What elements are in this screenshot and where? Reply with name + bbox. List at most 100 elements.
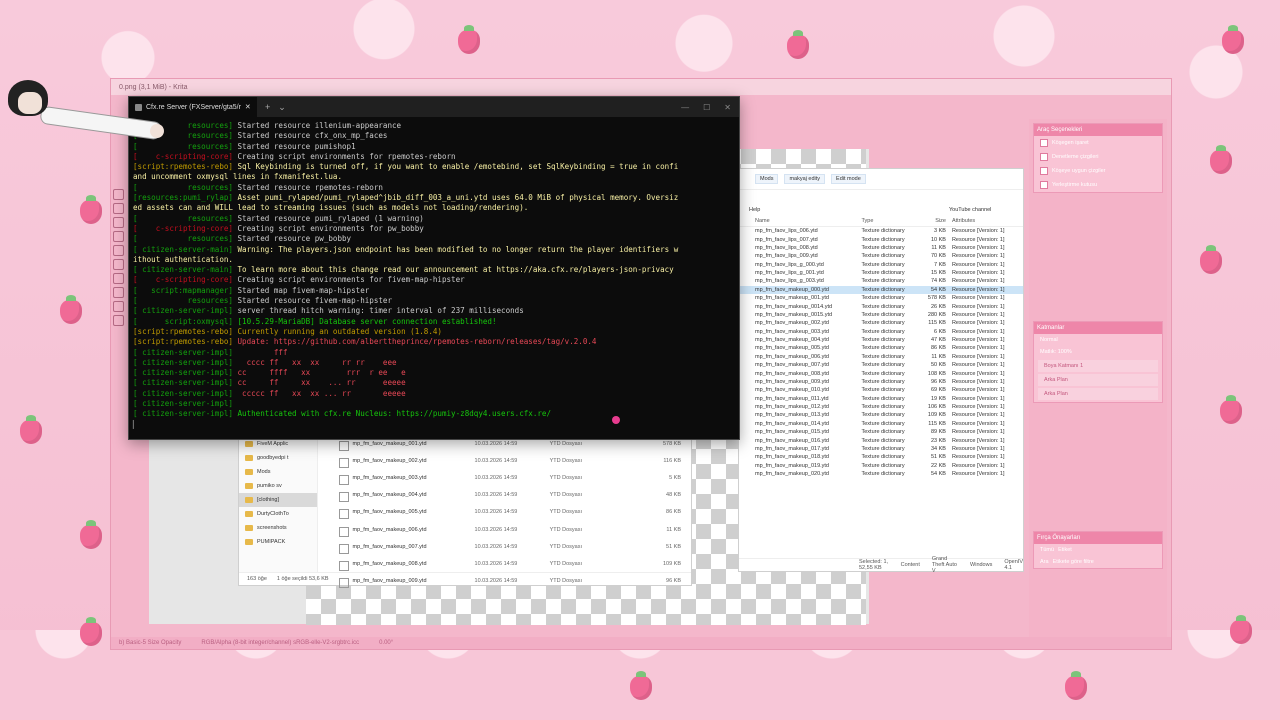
layer-item[interactable]: Boya Katmanı 1 bbox=[1038, 360, 1158, 372]
file-row[interactable]: mp_fm_faov_makeup_009.ytd Texture diction… bbox=[739, 378, 1023, 386]
terminal-output[interactable]: [ resources] Started resource illenium-a… bbox=[129, 117, 739, 434]
file-icon bbox=[339, 440, 349, 451]
blend-mode-select[interactable]: Normal bbox=[1034, 334, 1162, 346]
file-row[interactable]: mp_fm_faov_lips_009.ytd Texture dictionar… bbox=[739, 252, 1023, 260]
file-row[interactable]: mp_fm_faov_makeup_005.ytd 10.03.2026 14:5… bbox=[329, 506, 691, 523]
brush-search[interactable]: Ara Etikete göre filtre bbox=[1034, 556, 1162, 568]
file-size: 115 KB bbox=[928, 320, 946, 327]
terminal-line: [ citizen-server-impl] fff bbox=[133, 348, 735, 358]
file-row[interactable]: mp_fm_faov_makeup_013.ytd Texture diction… bbox=[739, 411, 1023, 419]
file-row[interactable]: mp_fm_faov_makeup_006.ytd 10.03.2026 14:5… bbox=[329, 523, 691, 540]
sidebar-folder[interactable]: Mods bbox=[239, 465, 317, 479]
file-row[interactable]: mp_fm_faov_makeup_003.ytd Texture diction… bbox=[739, 328, 1023, 336]
gradient-tool-icon[interactable] bbox=[113, 287, 124, 298]
file-attr: Resource [Version: 1] bbox=[951, 437, 1005, 444]
option-row[interactable]: Köşegen işaret bbox=[1034, 136, 1162, 150]
youtube-link[interactable]: YouTube channel bbox=[949, 207, 991, 213]
file-row[interactable]: mp_fm_faov_makeup_0014.ytd Texture dictio… bbox=[739, 302, 1023, 310]
new-tab-button[interactable]: + bbox=[265, 102, 270, 112]
checkbox[interactable] bbox=[1040, 139, 1048, 147]
opacity-slider[interactable]: Matlık: 100% bbox=[1034, 346, 1162, 358]
line-tool-icon[interactable] bbox=[113, 259, 124, 270]
checkbox[interactable] bbox=[1040, 153, 1048, 161]
file-name: mp_fm_faov_makeup_0015.ytd bbox=[755, 311, 833, 318]
file-row[interactable]: mp_fm_faov_makeup_019.ytd Texture diction… bbox=[739, 462, 1023, 470]
close-icon[interactable]: ✕ bbox=[245, 103, 251, 111]
file-attr: Resource [Version: 1] bbox=[951, 395, 1005, 402]
file-row[interactable]: mp_fm_faov_makeup_002.ytd Texture diction… bbox=[739, 319, 1023, 327]
file-date: 10.03.2026 14:59 bbox=[474, 543, 518, 550]
zoom-tool-icon[interactable] bbox=[113, 315, 124, 326]
file-date: 10.03.2026 14:59 bbox=[474, 509, 518, 516]
file-row[interactable]: mp_fm_faov_makeup_003.ytd 10.03.2026 14:5… bbox=[329, 471, 691, 488]
move-tool-icon[interactable] bbox=[113, 203, 124, 214]
select-tool-icon[interactable] bbox=[113, 301, 124, 312]
file-row[interactable]: mp_fm_faov_makeup_001.ytd Texture diction… bbox=[739, 294, 1023, 302]
file-row[interactable]: mp_fm_faov_makeup_018.ytd Texture diction… bbox=[739, 453, 1023, 461]
file-row[interactable]: mp_fm_faov_lips_g_003.ytd Texture diction… bbox=[739, 277, 1023, 285]
strawberry-decoration bbox=[1065, 671, 1087, 700]
option-row[interactable]: Köşeye uygun çizgiler bbox=[1034, 164, 1162, 178]
file-row[interactable]: mp_fm_faov_makeup_014.ytd Texture diction… bbox=[739, 420, 1023, 428]
file-row[interactable]: mp_fm_faov_makeup_002.ytd 10.03.2026 14:5… bbox=[329, 454, 691, 471]
sidebar-folder[interactable]: goodbyedpi t bbox=[239, 451, 317, 465]
file-row[interactable]: mp_fm_faov_makeup_007.ytd 10.03.2026 14:5… bbox=[329, 540, 691, 557]
help-menu[interactable]: Help bbox=[749, 207, 760, 213]
file-row[interactable]: mp_fm_faov_makeup_007.ytd Texture diction… bbox=[739, 361, 1023, 369]
file-name: mp_fm_faov_makeup_019.ytd bbox=[755, 462, 829, 469]
ellipse-tool-icon[interactable] bbox=[113, 245, 124, 256]
sidebar-folder[interactable]: screenshots bbox=[239, 521, 317, 535]
rectangle-tool-icon[interactable] bbox=[113, 231, 124, 242]
file-row[interactable]: mp_fm_faov_makeup_000.ytd Texture diction… bbox=[739, 285, 1023, 294]
file-type: YTD Dosyası bbox=[549, 543, 583, 550]
sidebar-folder[interactable]: [clothing] bbox=[239, 493, 317, 507]
window-controls: — ☐ ✕ bbox=[681, 103, 739, 112]
option-row[interactable]: Denetleme çizgileri bbox=[1034, 150, 1162, 164]
layers-panel: Katmanlar Normal Matlık: 100% Boya Katma… bbox=[1033, 321, 1163, 403]
sidebar-folder[interactable]: DurtyClothTo bbox=[239, 507, 317, 521]
checkbox[interactable] bbox=[1040, 167, 1048, 175]
file-row[interactable]: mp_fm_faov_makeup_008.ytd Texture diction… bbox=[739, 369, 1023, 377]
log-tag: [ c-scripting-core] bbox=[133, 223, 233, 233]
checkbox[interactable] bbox=[1040, 181, 1048, 189]
file-row[interactable]: mp_fm_faov_lips_008.ytd Texture dictionar… bbox=[739, 244, 1023, 252]
layer-item[interactable]: Arka Plan bbox=[1038, 388, 1158, 400]
breadcrumb-item[interactable]: Mods bbox=[755, 174, 779, 184]
terminal-line: [ citizen-server-impl] cccc ff xx xx rr … bbox=[133, 358, 735, 368]
file-icon bbox=[339, 526, 349, 537]
file-row[interactable]: mp_fm_faov_makeup_0015.ytd Texture dictio… bbox=[739, 311, 1023, 319]
file-name: mp_fm_faov_lips_007.ytd bbox=[755, 236, 818, 243]
minimize-icon[interactable]: — bbox=[681, 103, 689, 112]
transform-tool-icon[interactable] bbox=[113, 217, 124, 228]
tab-dropdown-button[interactable]: ⌄ bbox=[278, 102, 286, 113]
file-row[interactable]: mp_fm_faov_lips_g_001.ytd Texture diction… bbox=[739, 269, 1023, 277]
breadcrumb-item[interactable]: makyaj edity bbox=[784, 174, 826, 184]
file-row[interactable]: mp_fm_faov_lips_006.ytd Texture dictionar… bbox=[739, 227, 1023, 235]
file-row[interactable]: mp_fm_faov_makeup_004.ytd 10.03.2026 14:5… bbox=[329, 489, 691, 506]
file-row[interactable]: mp_fm_faov_makeup_011.ytd Texture diction… bbox=[739, 395, 1023, 403]
brush-tool-icon[interactable] bbox=[113, 189, 124, 200]
file-row[interactable]: mp_fm_faov_makeup_020.ytd Texture diction… bbox=[739, 470, 1023, 478]
brush-tag-select[interactable]: Tümü Etiket bbox=[1034, 544, 1162, 556]
file-row[interactable]: mp_fm_faov_lips_007.ytd Texture dictionar… bbox=[739, 235, 1023, 243]
file-row[interactable]: mp_fm_faov_makeup_017.ytd Texture diction… bbox=[739, 445, 1023, 453]
file-row[interactable]: mp_fm_faov_makeup_015.ytd Texture diction… bbox=[739, 428, 1023, 436]
terminal-line: [script:rpemotes-rebo] Sql Keybinding is… bbox=[133, 162, 735, 172]
sidebar-folder[interactable]: PUMIPACK bbox=[239, 535, 317, 549]
file-row[interactable]: mp_fm_faov_makeup_012.ytd Texture diction… bbox=[739, 403, 1023, 411]
file-type: YTD Dosyası bbox=[549, 440, 583, 447]
file-row[interactable]: mp_fm_faov_makeup_006.ytd Texture diction… bbox=[739, 353, 1023, 361]
file-row[interactable]: mp_fm_faov_makeup_004.ytd Texture diction… bbox=[739, 336, 1023, 344]
fill-tool-icon[interactable] bbox=[113, 273, 124, 284]
option-row[interactable]: Yerleştirme kutusu bbox=[1034, 178, 1162, 192]
edit-mode-button[interactable]: Edit mode bbox=[831, 174, 866, 184]
close-icon[interactable]: ✕ bbox=[724, 103, 731, 112]
maximize-icon[interactable]: ☐ bbox=[703, 103, 710, 112]
file-row[interactable]: mp_fm_faov_makeup_010.ytd Texture diction… bbox=[739, 386, 1023, 394]
file-row[interactable]: mp_fm_faov_lips_g_000.ytd Texture diction… bbox=[739, 261, 1023, 269]
sidebar-folder[interactable]: pumiko sv bbox=[239, 479, 317, 493]
file-row[interactable]: mp_fm_faov_makeup_016.ytd Texture diction… bbox=[739, 436, 1023, 444]
file-row[interactable]: mp_fm_faov_makeup_005.ytd Texture diction… bbox=[739, 344, 1023, 352]
layer-item[interactable]: Arka Plan bbox=[1038, 374, 1158, 386]
file-name: mp_fm_faov_makeup_017.ytd bbox=[755, 445, 829, 452]
